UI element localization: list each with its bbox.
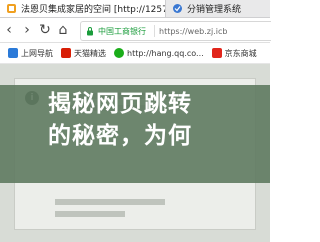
- tmall-icon: [61, 48, 71, 58]
- forward-button[interactable]: ›: [18, 19, 36, 41]
- reload-icon: ↻: [39, 22, 51, 38]
- qq-icon: [114, 48, 124, 58]
- tab-active[interactable]: 法恩贝集成家居的空间 [http://12572 ×: [0, 0, 166, 17]
- forward-icon: ›: [24, 22, 30, 38]
- headline-line-1: 揭秘网页跳转: [48, 91, 192, 117]
- tab-title: 法恩贝集成家居的空间 [http://12572: [21, 5, 166, 15]
- bookmarks-bar: 上网导航 天猫精选 http://hang.qq.co... 京东商城: [0, 43, 270, 64]
- blurred-text-line: [55, 199, 165, 205]
- tab-bar: 法恩贝集成家居的空间 [http://12572 × 分销管理系统: [0, 0, 270, 18]
- bookmark-item[interactable]: 京东商城: [211, 48, 257, 59]
- bookmark-label: http://hang.qq.co...: [127, 48, 204, 58]
- navigation-toolbar: ‹ › ↻ ⌂ 中国工商银行 https://web.zj.icb: [0, 18, 271, 43]
- bookmark-item[interactable]: 上网导航: [8, 48, 53, 59]
- back-button[interactable]: ‹: [0, 19, 18, 41]
- headline-line-2: 的秘密，为何: [48, 123, 192, 149]
- bookmark-label: 上网导航: [21, 48, 53, 58]
- back-icon: ‹: [6, 22, 12, 38]
- url-text: https://web.zj.icb: [159, 26, 228, 36]
- tab-inactive[interactable]: 分销管理系统: [166, 0, 270, 17]
- site-verification-label: 中国工商银行: [98, 26, 146, 36]
- system-favicon-icon: [173, 4, 182, 13]
- page-favicon-icon: [7, 4, 16, 13]
- address-bar[interactable]: 中国工商银行 https://web.zj.icb: [80, 21, 271, 41]
- bookmark-label: 天猫精选: [74, 48, 106, 58]
- bookmark-label: 京东商城: [224, 48, 257, 58]
- home-button[interactable]: ⌂: [54, 19, 72, 41]
- home-icon: ⌂: [58, 22, 68, 38]
- jd-icon: [211, 48, 222, 58]
- bookmark-item[interactable]: http://hang.qq.co...: [114, 48, 204, 58]
- tab-title: 分销管理系统: [187, 5, 242, 15]
- lock-icon: [87, 27, 93, 36]
- blurred-text-line: [55, 211, 125, 217]
- reload-button[interactable]: ↻: [36, 19, 54, 41]
- navigation-icon: [8, 48, 18, 58]
- headline-overlay: 揭秘网页跳转 的秘密，为何: [0, 85, 270, 183]
- bookmark-item[interactable]: 天猫精选: [61, 48, 106, 59]
- address-divider: [154, 25, 155, 37]
